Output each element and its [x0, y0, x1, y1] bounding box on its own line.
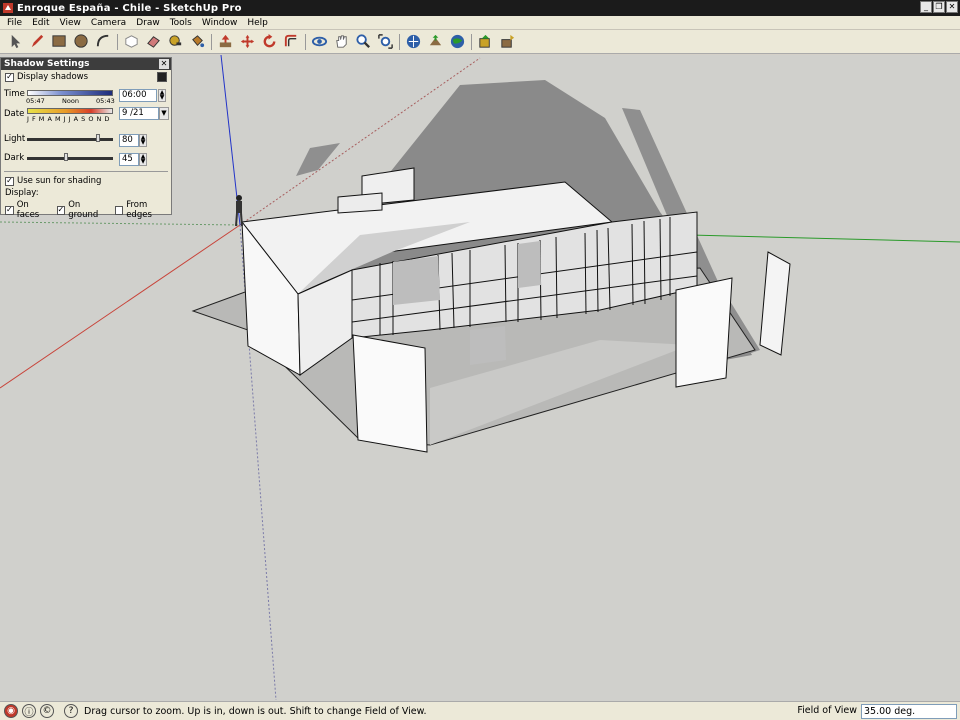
roof-top-slab-2 — [337, 192, 383, 214]
time-input[interactable]: 06:00 — [119, 89, 157, 102]
month-ticks: J F M A M J J A S O N D — [27, 115, 110, 123]
dark-label: Dark — [4, 153, 25, 163]
light-label: Light — [4, 134, 26, 144]
geo-location-icon[interactable]: ◉ — [4, 704, 18, 718]
green-axis-dotted — [0, 221, 241, 226]
time-start: 05:47 — [26, 97, 45, 105]
far-right-panel — [759, 251, 791, 356]
eraser-tool-icon[interactable] — [142, 32, 164, 52]
display-label: Display: — [5, 188, 39, 198]
time-spinner[interactable]: ▲ ▼ — [158, 89, 166, 102]
dark-spinner[interactable]: ▲ ▼ — [139, 153, 147, 166]
dark-input[interactable]: 45 — [119, 153, 139, 166]
use-sun-row[interactable]: ✓ Use sun for shading — [5, 176, 101, 186]
pencil-tool-icon[interactable] — [26, 32, 48, 52]
dark-slider-track[interactable] — [27, 157, 113, 160]
pan-tool-icon[interactable] — [330, 32, 352, 52]
from-edges-label: From edges — [126, 200, 152, 220]
status-message: Drag cursor to zoom. Up is in, down is o… — [84, 705, 427, 717]
date-dropdown[interactable]: ▼ — [159, 107, 169, 120]
light-slider-thumb[interactable] — [96, 134, 100, 142]
close-button[interactable]: ✕ — [946, 1, 958, 13]
on-ground-label: On ground — [68, 200, 99, 220]
rectangle-tool-icon[interactable] — [48, 32, 70, 52]
menu-edit[interactable]: Edit — [27, 18, 54, 28]
shadow-settings-title: Shadow Settings ✕ — [1, 58, 171, 70]
window-title: Enroque España - Chile - SketchUp Pro — [17, 2, 242, 14]
expand-panel-icon[interactable] — [157, 72, 167, 82]
vcb-label: Field of View — [797, 705, 857, 716]
main-toolbar — [0, 30, 960, 54]
facade-shaded-panel — [393, 256, 440, 305]
title-bar: Enroque España - Chile - SketchUp Pro _ … — [0, 0, 960, 16]
display-shadows-checkbox[interactable]: ✓ — [5, 72, 14, 82]
use-sun-label: Use sun for shading — [17, 176, 102, 186]
menu-draw[interactable]: Draw — [131, 18, 165, 28]
share-model-icon[interactable] — [424, 32, 446, 52]
get-components-icon[interactable] — [474, 32, 496, 52]
zoom-extents-icon[interactable] — [374, 32, 396, 52]
shadow-settings-panel: Shadow Settings ✕ ✓ Display shadows Time… — [0, 57, 172, 220]
time-end: 05:43 — [96, 97, 115, 105]
use-sun-checkbox[interactable]: ✓ — [5, 176, 14, 186]
display-options-row: ✓ On faces ✓ On ground From edges — [5, 200, 171, 220]
front-panel-right — [675, 277, 733, 388]
menu-camera[interactable]: Camera — [86, 18, 131, 28]
facade-shaded-panel — [518, 241, 541, 288]
time-noon: Noon — [62, 97, 79, 105]
share-component-icon[interactable] — [496, 32, 518, 52]
copyright-icon[interactable]: © — [40, 704, 54, 718]
rotate-tool-icon[interactable] — [258, 32, 280, 52]
help-icon[interactable]: ? — [64, 704, 78, 718]
date-input[interactable]: 9 /21 — [119, 107, 159, 120]
date-label: Date — [4, 109, 25, 119]
arc-tool-icon[interactable] — [92, 32, 114, 52]
menu-help[interactable]: Help — [242, 18, 273, 28]
menu-file[interactable]: File — [2, 18, 27, 28]
on-ground-checkbox[interactable]: ✓ — [56, 205, 66, 215]
status-bar: ◉ ⓘ © ? Drag cursor to zoom. Up is in, d… — [0, 701, 960, 720]
light-slider-track[interactable] — [27, 138, 113, 141]
circle-tool-icon[interactable] — [70, 32, 92, 52]
front-panel-left — [352, 334, 428, 453]
make-component-icon[interactable] — [120, 32, 142, 52]
select-tool-icon[interactable] — [4, 32, 26, 52]
dark-slider-thumb[interactable] — [64, 153, 68, 161]
sketchup-app-icon — [3, 3, 13, 13]
menu-window[interactable]: Window — [197, 18, 243, 28]
zoom-tool-icon[interactable] — [352, 32, 374, 52]
menu-bar: File Edit View Camera Draw Tools Window … — [0, 16, 960, 30]
panel-divider — [4, 171, 168, 172]
display-shadows-label: Display shadows — [17, 72, 89, 82]
get-models-icon[interactable] — [402, 32, 424, 52]
on-faces-checkbox[interactable]: ✓ — [5, 205, 14, 215]
light-spinner[interactable]: ▲ ▼ — [139, 134, 147, 147]
move-tool-icon[interactable] — [236, 32, 258, 52]
offset-tool-icon[interactable] — [280, 32, 302, 52]
time-slider[interactable] — [27, 90, 113, 96]
from-edges-checkbox[interactable] — [114, 205, 124, 215]
restore-button[interactable]: ❐ — [933, 1, 945, 13]
display-shadows-row[interactable]: ✓ Display shadows — [5, 72, 88, 82]
on-faces-label: On faces — [16, 200, 40, 220]
facade-shaded-panel — [470, 326, 506, 365]
menu-tools[interactable]: Tools — [165, 18, 197, 28]
light-input[interactable]: 80 — [119, 134, 139, 147]
tape-measure-icon[interactable] — [164, 32, 186, 52]
slab-shadow-left — [296, 143, 340, 176]
vcb-input[interactable]: 35.00 deg. — [861, 704, 957, 719]
person-figure — [235, 195, 243, 227]
minimize-button[interactable]: _ — [920, 1, 932, 13]
date-slider[interactable] — [27, 108, 113, 114]
menu-view[interactable]: View — [55, 18, 86, 28]
paint-bucket-icon[interactable] — [186, 32, 208, 52]
time-label: Time — [4, 89, 25, 99]
orbit-tool-icon[interactable] — [308, 32, 330, 52]
credits-icon[interactable]: ⓘ — [22, 704, 36, 718]
push-pull-icon[interactable] — [214, 32, 236, 52]
panel-close-button[interactable]: ✕ — [159, 59, 169, 69]
google-earth-icon[interactable] — [446, 32, 468, 52]
green-axis — [689, 234, 960, 243]
